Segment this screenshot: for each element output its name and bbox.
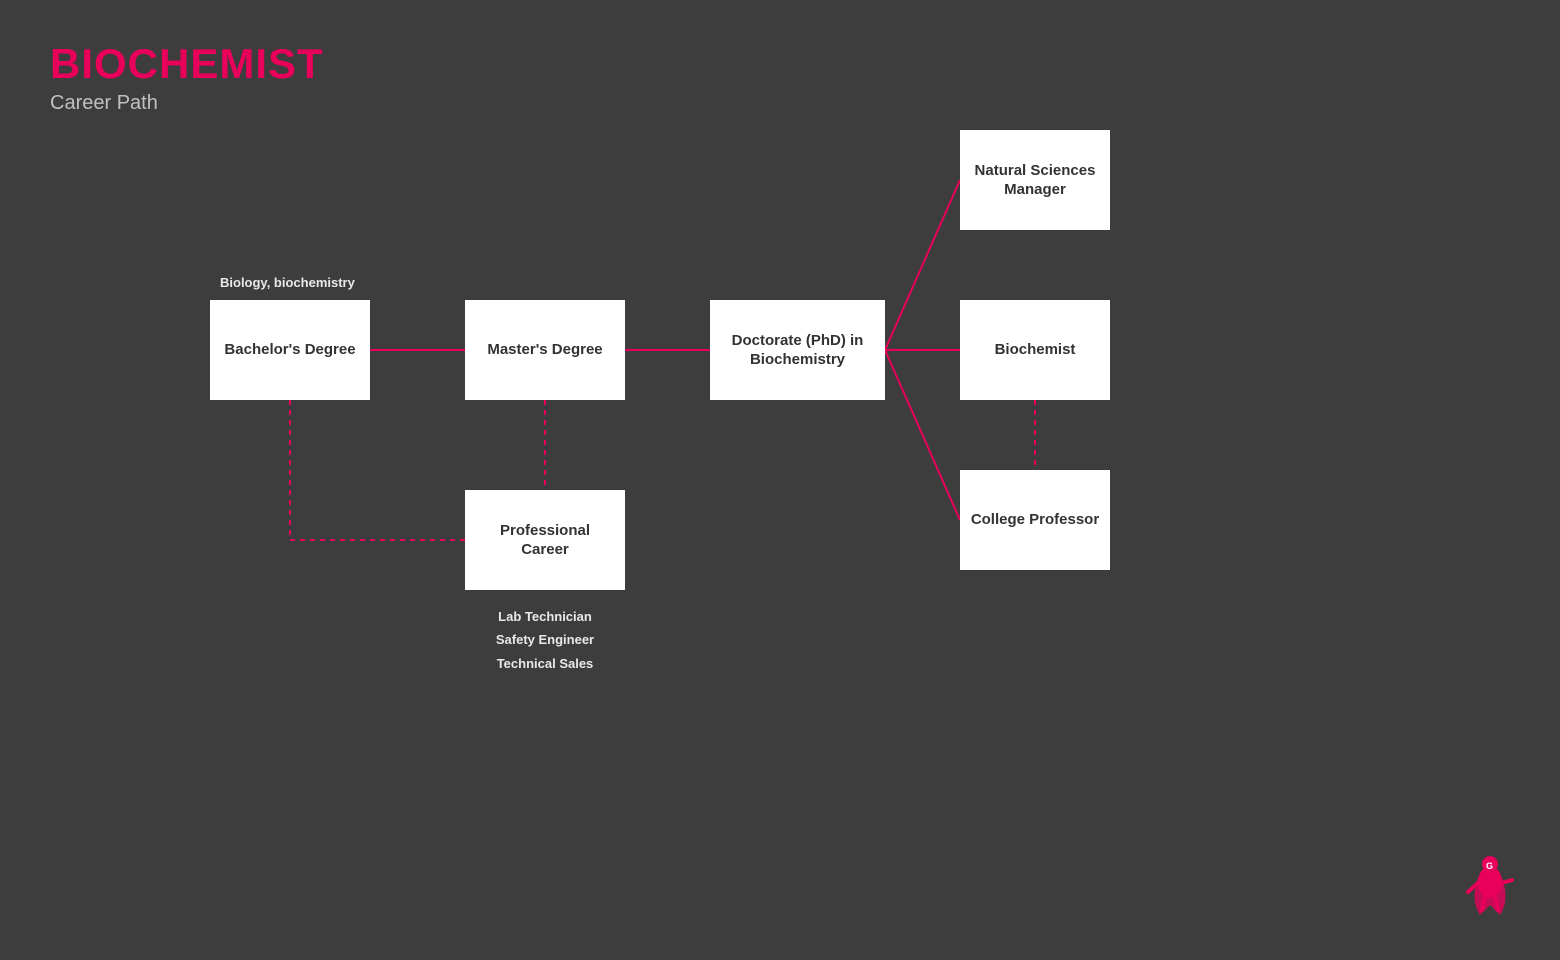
sub-item-lab-tech: Lab Technician — [465, 605, 625, 628]
svg-text:G: G — [1486, 861, 1493, 871]
bachelors-degree-box: Bachelor's Degree — [210, 300, 370, 400]
doctorate-box: Doctorate (PhD) in Biochemistry — [710, 300, 885, 400]
degree-field-label: Biology, biochemistry — [220, 275, 355, 290]
mascot-icon: G — [1460, 850, 1520, 920]
page-subtitle: Career Path — [50, 92, 324, 115]
page-title: BIOCHEMIST — [50, 40, 324, 88]
connections-svg — [0, 0, 1560, 960]
sub-item-technical-sales: Technical Sales — [465, 652, 625, 675]
biochemist-box: Biochemist — [960, 300, 1110, 400]
masters-degree-box: Master's Degree — [465, 300, 625, 400]
college-professor-box: College Professor — [960, 470, 1110, 570]
header: BIOCHEMIST Career Path — [50, 40, 324, 115]
career-sub-list: Lab Technician Safety Engineer Technical… — [465, 605, 625, 675]
sub-item-safety-eng: Safety Engineer — [465, 628, 625, 651]
professional-career-box: Professional Career — [465, 490, 625, 590]
natural-sciences-box: Natural Sciences Manager — [960, 130, 1110, 230]
